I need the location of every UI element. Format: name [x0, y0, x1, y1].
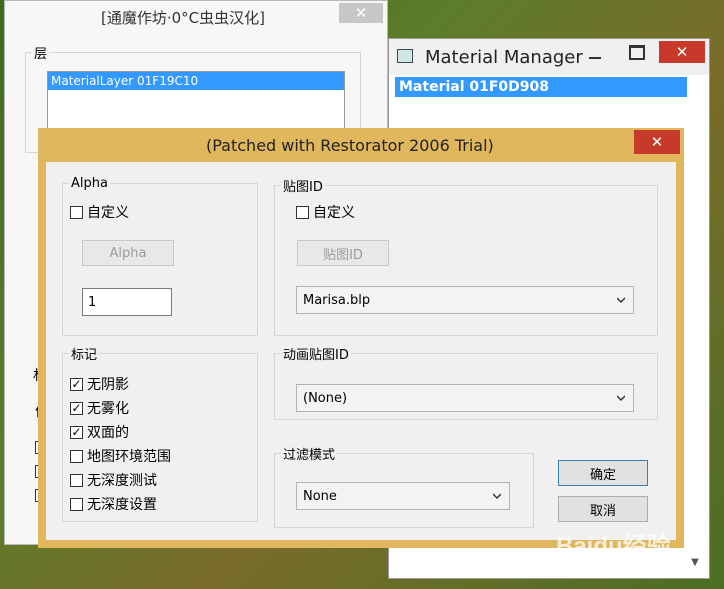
flag-no-fog[interactable]: ✓ 无雾化 [70, 398, 129, 418]
dialog-titlebar: (Patched with Restorator 2006 Trial) ✕ [38, 128, 684, 162]
flag-label: 无雾化 [87, 401, 129, 417]
close-icon[interactable]: ✕ [659, 41, 705, 63]
flag-label: 无深度测试 [87, 473, 157, 489]
flag-no-depth-test[interactable]: 无深度测试 [70, 470, 157, 490]
material-item[interactable]: Material 01F0D908 [395, 77, 687, 97]
scroll-down-icon[interactable]: ▼ [687, 557, 703, 568]
checkbox-box[interactable] [70, 497, 83, 511]
animated-texture-value: (None) [303, 390, 348, 406]
alpha-group-label: Alpha [71, 176, 108, 191]
flag-no-depth-set[interactable]: 无深度设置 [70, 494, 157, 514]
flag-sphere-env-map[interactable]: 地图环境范围 [70, 446, 171, 466]
dialog-client: Alpha 自定义 Alpha 1 贴图ID 自定义 贴图ID Marisa.b… [46, 162, 676, 540]
texture-select[interactable]: Marisa.blp [296, 286, 634, 314]
flag-label: 地图环境范围 [87, 449, 171, 465]
dialog-title: (Patched with Restorator 2006 Trial) [206, 136, 494, 155]
cancel-button[interactable]: 取消 [558, 496, 648, 522]
checkbox-box[interactable] [70, 205, 83, 219]
layer-item[interactable]: MaterialLayer 01F19C10 [48, 72, 344, 90]
texture-select-value: Marisa.blp [303, 292, 371, 308]
texture-id-button[interactable]: 贴图ID [297, 240, 389, 266]
watermark-url: jingyan.baidu.com [558, 559, 660, 572]
app-icon [397, 49, 413, 63]
animated-texture-label: 动画贴图ID [283, 348, 349, 363]
watermark-brand: Baidu经验 [556, 533, 671, 560]
maximize-icon[interactable] [629, 45, 645, 60]
window-title: Material Manager [425, 47, 583, 68]
checkbox-box[interactable]: ✓ [70, 401, 83, 415]
chevron-down-icon [617, 395, 625, 402]
filter-mode-value: None [303, 488, 337, 504]
window-title: [通魔作坊·0°C虫虫汉化] [101, 9, 265, 27]
filter-mode-select[interactable]: None [296, 482, 510, 510]
flag-label: 无阴影 [87, 377, 129, 393]
checkbox-box[interactable]: ✓ [70, 425, 83, 439]
flag-label: 双面的 [87, 425, 129, 441]
alpha-value-field[interactable]: 1 [82, 288, 172, 316]
alpha-button[interactable]: Alpha [82, 240, 174, 266]
alpha-custom-label: 自定义 [87, 205, 129, 221]
ok-button[interactable]: 确定 [558, 460, 648, 486]
material-layer-dialog: (Patched with Restorator 2006 Trial) ✕ A… [38, 128, 684, 548]
texture-custom-checkbox[interactable]: 自定义 [296, 202, 355, 222]
layers-label: 层 [34, 47, 48, 62]
flag-label: 无深度设置 [87, 497, 157, 513]
close-icon[interactable]: ✕ [634, 130, 680, 154]
baidu-watermark: Baidu经验 jingyan.baidu.com [556, 526, 671, 572]
filter-mode-label: 过滤模式 [283, 448, 336, 463]
minimize-icon[interactable] [589, 57, 601, 59]
checkbox-box[interactable] [296, 205, 309, 219]
texture-id-label: 贴图ID [283, 180, 323, 195]
texture-custom-label: 自定义 [313, 205, 355, 221]
flag-no-shading[interactable]: ✓ 无阴影 [70, 374, 129, 394]
material-manager-titlebar: Material Manager ✕ [389, 39, 709, 75]
checkbox-box[interactable] [70, 449, 83, 463]
checkbox-box[interactable] [70, 473, 83, 487]
layer-editor-titlebar: [通魔作坊·0°C虫虫汉化] ✕ [5, 1, 387, 33]
chevron-down-icon [493, 493, 501, 500]
chevron-down-icon [617, 297, 625, 304]
flags-label: 标记 [71, 348, 98, 363]
checkbox-box[interactable]: ✓ [70, 377, 83, 391]
close-icon[interactable]: ✕ [339, 3, 383, 23]
flag-two-sided[interactable]: ✓ 双面的 [70, 422, 129, 442]
alpha-custom-checkbox[interactable]: 自定义 [70, 202, 129, 222]
animated-texture-select[interactable]: (None) [296, 384, 634, 412]
vertical-scrollbar[interactable]: ▼ [687, 539, 703, 575]
